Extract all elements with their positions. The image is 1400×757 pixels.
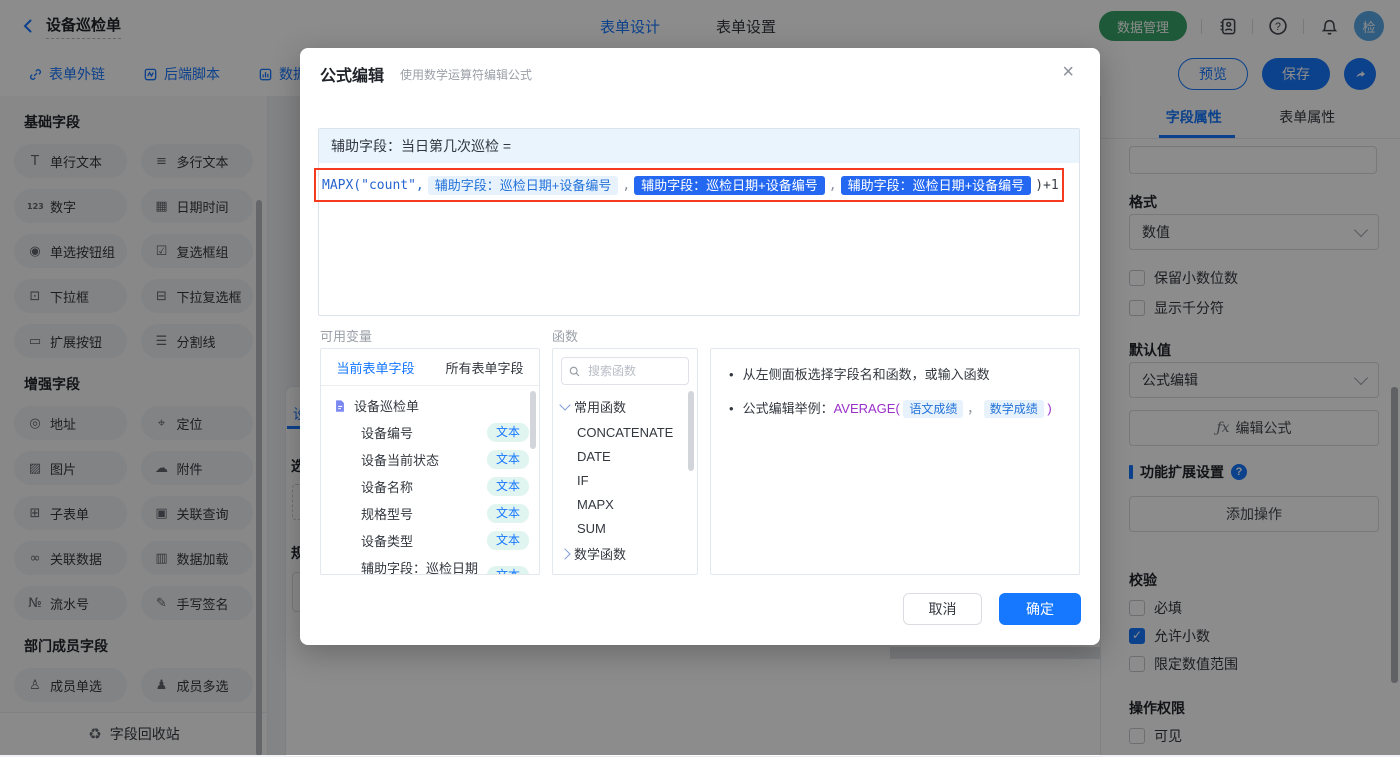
type-badge: 文本 (487, 531, 529, 549)
chevron-down-icon (559, 399, 570, 410)
function-item[interactable]: MAPX (553, 492, 697, 516)
bullet: • (729, 365, 734, 385)
function-search-input[interactable] (586, 363, 676, 379)
functions-panel: 常用函数 CONCATENATEDATEIFMAPXSUM 数学函数 文本函数 (552, 348, 698, 575)
confirm-button[interactable]: 确定 (999, 593, 1081, 625)
type-badge: 文本 (487, 477, 529, 495)
example-token: 语文成绩 (903, 400, 963, 418)
formula-edit-modal: 公式编辑 使用数学运算符编辑公式 × 辅助字段：当日第几次巡检 = MAPX("… (300, 48, 1100, 645)
variable-row[interactable]: 设备类型文本 (321, 527, 539, 554)
tab-all-form-fields[interactable]: 所有表单字段 (445, 358, 523, 377)
function-item[interactable]: CONCATENATE (553, 420, 697, 444)
variables-label: 可用变量 (320, 326, 372, 345)
variables-panel: 当前表单字段 所有表单字段 设备巡检单 设备编号文本 设备当前状态文本 (320, 348, 540, 575)
field-token[interactable]: 辅助字段：巡检日期+设备编号 (428, 176, 619, 195)
variable-rows: 设备编号文本 设备当前状态文本 设备名称文本 规格型号文本 (321, 419, 539, 575)
variable-row[interactable]: 规格型号文本 (321, 500, 539, 527)
type-badge: 文本 (487, 423, 529, 441)
formula-suffix: )+1 (1035, 178, 1058, 193)
comma: , (829, 178, 837, 193)
comma: , (622, 178, 630, 193)
type-badge: 文本 (487, 450, 529, 468)
function-item[interactable]: SUM (553, 516, 697, 540)
comma: ， (967, 401, 980, 416)
function-tree: 常用函数 CONCATENATEDATEIFMAPXSUM 数学函数 文本函数 (553, 393, 697, 575)
modal-header: 公式编辑 使用数学运算符编辑公式 (300, 48, 1100, 100)
tab-current-form-fields[interactable]: 当前表单字段 (336, 358, 414, 377)
variable-row[interactable]: 设备编号文本 (321, 419, 539, 446)
field-token-selected[interactable]: 辅助字段：巡检日期+设备编号 (634, 176, 825, 195)
cancel-button[interactable]: 取消 (903, 593, 982, 625)
type-badge: 文本 (487, 504, 529, 522)
variable-row[interactable]: 辅助字段：巡检日期+...文本 (321, 554, 539, 575)
formula-target-bar: 辅助字段：当日第几次巡检 = (319, 129, 1079, 163)
function-item[interactable]: DATE (553, 444, 697, 468)
modal-subtitle: 使用数学运算符编辑公式 (400, 66, 532, 83)
variables-list: 设备巡检单 设备编号文本 设备当前状态文本 设备名称文本 (321, 386, 539, 575)
example-token: 数学成绩 (984, 400, 1044, 418)
annotation-highlight: MAPX("count", 辅助字段：巡检日期+设备编号 , 辅助字段：巡检日期… (314, 168, 1064, 202)
formula-editor[interactable]: 辅助字段：当日第几次巡检 = (318, 128, 1080, 316)
variables-scrollbar[interactable] (530, 391, 536, 449)
function-item[interactable]: IF (553, 468, 697, 492)
search-icon (568, 365, 581, 378)
variable-row[interactable]: 设备当前状态文本 (321, 446, 539, 473)
doc-icon (333, 399, 347, 413)
modal-title: 公式编辑 (320, 62, 384, 86)
field-token-selected[interactable]: 辅助字段：巡检日期+设备编号 (841, 176, 1032, 195)
functions-label: 函数 (552, 326, 578, 345)
example-function: AVERAGE( (834, 401, 900, 416)
variable-row[interactable]: 设备名称文本 (321, 473, 539, 500)
help-line-2: • 公式编辑举例：AVERAGE( 语文成绩 ， 数学成绩 ) (729, 399, 1061, 419)
bullet: • (729, 399, 734, 419)
function-items: CONCATENATEDATEIFMAPXSUM (553, 420, 697, 540)
variables-tabs: 当前表单字段 所有表单字段 (321, 349, 539, 386)
group-common-functions[interactable]: 常用函数 (553, 393, 697, 420)
help-panel: • 从左侧面板选择字段名和函数，或输入函数 • 公式编辑举例：AVERAGE( … (710, 348, 1080, 575)
type-badge: 文本 (487, 566, 529, 575)
chevron-right-icon (559, 548, 570, 559)
formula-prefix: MAPX("count", (322, 178, 424, 193)
example-function-close: ) (1047, 401, 1051, 416)
form-node[interactable]: 设备巡检单 (321, 392, 539, 419)
group-text-functions[interactable]: 文本函数 (553, 567, 697, 575)
functions-scrollbar[interactable] (688, 391, 694, 471)
function-search[interactable] (561, 357, 689, 385)
group-math-functions[interactable]: 数学函数 (553, 540, 697, 567)
help-line-1: • 从左侧面板选择字段名和函数，或输入函数 (729, 365, 1061, 385)
close-icon[interactable]: × (1062, 62, 1074, 82)
